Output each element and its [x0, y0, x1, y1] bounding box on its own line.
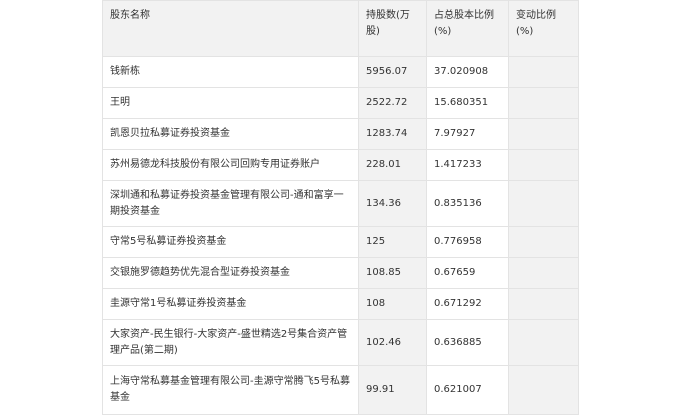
- cell-name: 钱新栋: [102, 56, 359, 88]
- cell-shares: 134.36: [358, 180, 427, 227]
- cell-change: [508, 257, 579, 289]
- cell-change: [508, 118, 579, 150]
- cell-ratio: 0.67659: [426, 257, 509, 289]
- table-row: 深圳通和私募证券投资基金管理有限公司-通和富享一期投资基金 134.36 0.8…: [102, 180, 579, 227]
- table-row: 上海守常私募基金管理有限公司-圭源守常腾飞5号私募基金 99.91 0.6210…: [102, 365, 579, 415]
- table-row: 钱新栋 5956.07 37.020908: [102, 56, 579, 88]
- cell-shares: 99.91: [358, 365, 427, 415]
- cell-name: 王明: [102, 87, 359, 119]
- cell-ratio: 0.671292: [426, 288, 509, 320]
- table-row: 凯恩贝拉私募证券投资基金 1283.74 7.97927: [102, 118, 579, 150]
- table-row: 交银施罗德趋势优先混合型证券投资基金 108.85 0.67659: [102, 257, 579, 289]
- cell-ratio: 1.417233: [426, 149, 509, 181]
- table-row: 守常5号私募证券投资基金 125 0.776958: [102, 226, 579, 258]
- header-shares: 持股数(万股): [358, 0, 427, 57]
- table-row: 苏州易德龙科技股份有限公司回购专用证券账户 228.01 1.417233: [102, 149, 579, 181]
- cell-shares: 102.46: [358, 319, 427, 366]
- cell-ratio: 0.636885: [426, 319, 509, 366]
- shareholder-table: 股东名称 持股数(万股) 占总股本比例(%) 变动比例(%) 钱新栋 5956.…: [102, 0, 579, 415]
- cell-shares: 5956.07: [358, 56, 427, 88]
- cell-change: [508, 149, 579, 181]
- header-change: 变动比例(%): [508, 0, 579, 57]
- cell-change: [508, 180, 579, 227]
- table-header-row: 股东名称 持股数(万股) 占总股本比例(%) 变动比例(%): [102, 0, 579, 57]
- cell-shares: 108: [358, 288, 427, 320]
- header-ratio: 占总股本比例(%): [426, 0, 509, 57]
- cell-shares: 1283.74: [358, 118, 427, 150]
- cell-name: 交银施罗德趋势优先混合型证券投资基金: [102, 257, 359, 289]
- cell-change: [508, 365, 579, 415]
- cell-shares: 108.85: [358, 257, 427, 289]
- cell-change: [508, 226, 579, 258]
- table-row: 圭源守常1号私募证券投资基金 108 0.671292: [102, 288, 579, 320]
- cell-ratio: 37.020908: [426, 56, 509, 88]
- cell-change: [508, 288, 579, 320]
- table-row: 王明 2522.72 15.680351: [102, 87, 579, 119]
- cell-change: [508, 87, 579, 119]
- cell-shares: 125: [358, 226, 427, 258]
- cell-name: 守常5号私募证券投资基金: [102, 226, 359, 258]
- cell-shares: 2522.72: [358, 87, 427, 119]
- cell-ratio: 0.835136: [426, 180, 509, 227]
- header-shareholder-name: 股东名称: [102, 0, 359, 57]
- cell-ratio: 7.97927: [426, 118, 509, 150]
- cell-shares: 228.01: [358, 149, 427, 181]
- cell-name: 深圳通和私募证券投资基金管理有限公司-通和富享一期投资基金: [102, 180, 359, 227]
- cell-ratio: 0.776958: [426, 226, 509, 258]
- cell-ratio: 0.621007: [426, 365, 509, 415]
- cell-name: 凯恩贝拉私募证券投资基金: [102, 118, 359, 150]
- cell-name: 苏州易德龙科技股份有限公司回购专用证券账户: [102, 149, 359, 181]
- cell-name: 大家资产-民生银行-大家资产-盛世精选2号集合资产管理产品(第二期): [102, 319, 359, 366]
- cell-change: [508, 56, 579, 88]
- cell-name: 上海守常私募基金管理有限公司-圭源守常腾飞5号私募基金: [102, 365, 359, 415]
- cell-ratio: 15.680351: [426, 87, 509, 119]
- cell-name: 圭源守常1号私募证券投资基金: [102, 288, 359, 320]
- cell-change: [508, 319, 579, 366]
- table-row: 大家资产-民生银行-大家资产-盛世精选2号集合资产管理产品(第二期) 102.4…: [102, 319, 579, 366]
